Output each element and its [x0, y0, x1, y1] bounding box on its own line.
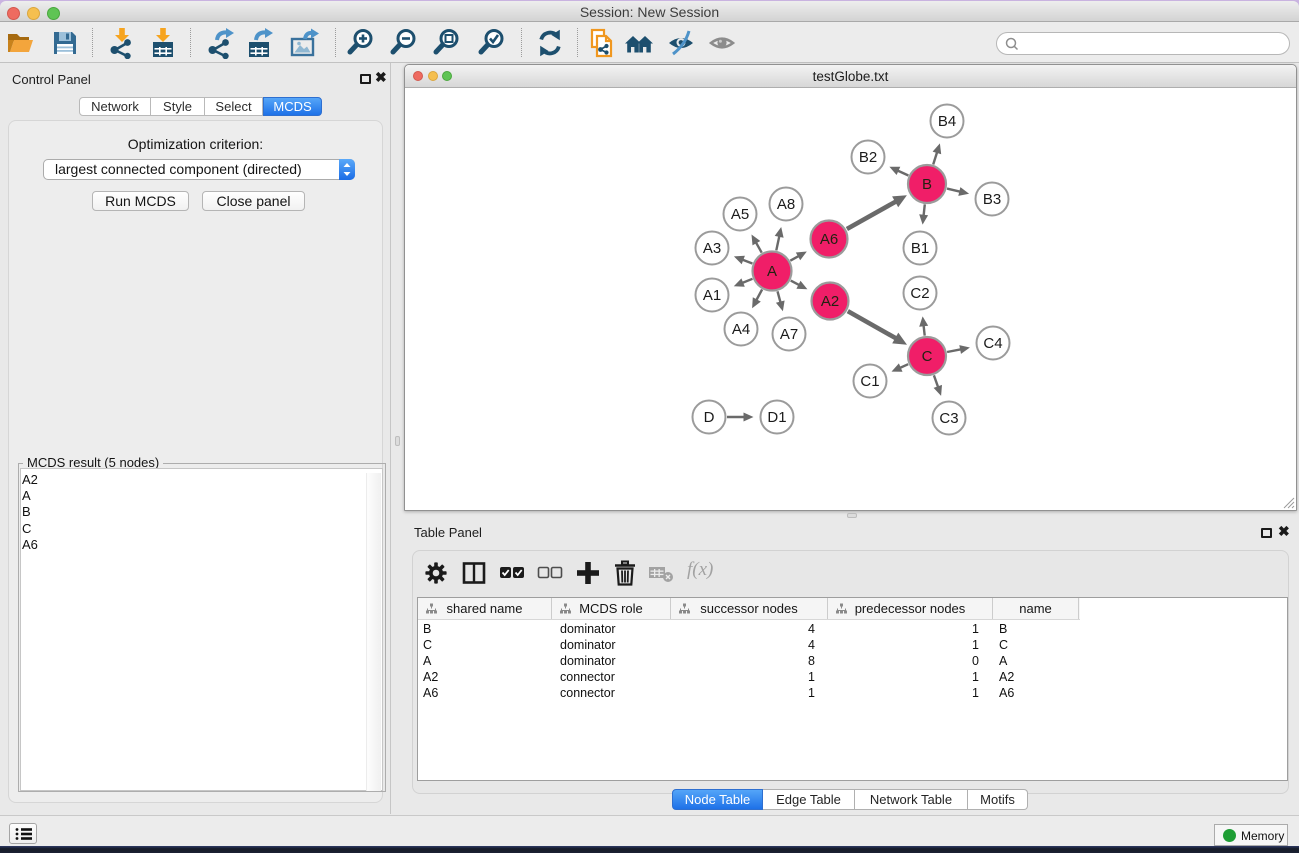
svg-text:B4: B4 [938, 113, 956, 130]
svg-text:A3: A3 [703, 240, 721, 257]
svg-text:C3: C3 [939, 410, 958, 427]
svg-text:A2: A2 [821, 293, 839, 310]
svg-text:D1: D1 [767, 409, 786, 426]
svg-text:B2: B2 [859, 149, 877, 166]
svg-text:C1: C1 [860, 373, 879, 390]
svg-text:B1: B1 [911, 240, 929, 257]
svg-text:A: A [767, 263, 777, 280]
svg-text:A4: A4 [732, 321, 750, 338]
svg-text:A5: A5 [731, 206, 749, 223]
svg-text:A7: A7 [780, 326, 798, 343]
svg-text:D: D [704, 409, 715, 426]
svg-text:C2: C2 [910, 285, 929, 302]
svg-text:A8: A8 [777, 196, 795, 213]
svg-text:C4: C4 [983, 335, 1002, 352]
svg-text:B3: B3 [983, 191, 1001, 208]
svg-text:B: B [922, 176, 932, 193]
svg-text:A6: A6 [820, 231, 838, 248]
svg-text:C: C [922, 348, 933, 365]
svg-text:A1: A1 [703, 287, 721, 304]
